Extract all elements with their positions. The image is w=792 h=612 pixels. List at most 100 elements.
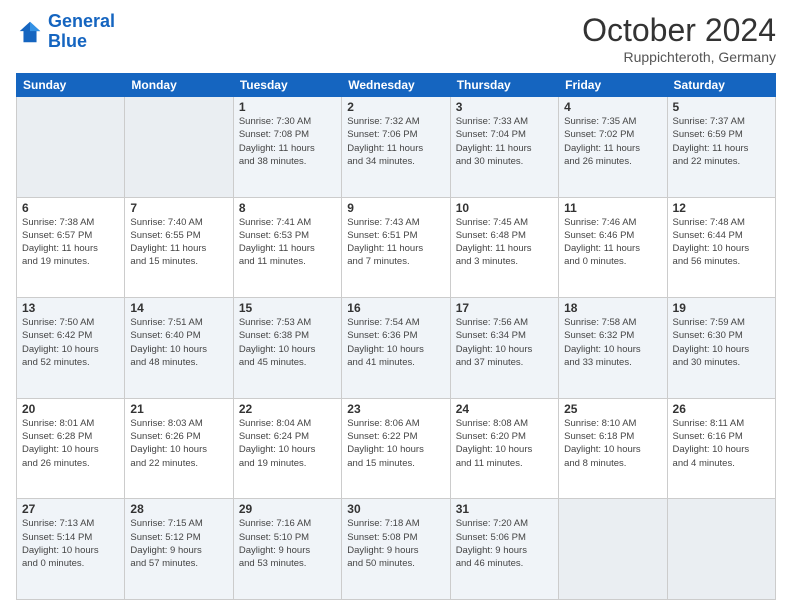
day-detail: Sunrise: 7:30 AM Sunset: 7:08 PM Dayligh… [239, 115, 336, 168]
calendar-cell: 15Sunrise: 7:53 AM Sunset: 6:38 PM Dayli… [233, 298, 341, 399]
day-number: 24 [456, 402, 553, 416]
day-number: 13 [22, 301, 119, 315]
calendar-cell: 10Sunrise: 7:45 AM Sunset: 6:48 PM Dayli… [450, 197, 558, 298]
day-detail: Sunrise: 7:35 AM Sunset: 7:02 PM Dayligh… [564, 115, 661, 168]
logo: General Blue [16, 12, 115, 52]
logo-text: General Blue [48, 12, 115, 52]
calendar-cell: 20Sunrise: 8:01 AM Sunset: 6:28 PM Dayli… [17, 398, 125, 499]
calendar-cell: 22Sunrise: 8:04 AM Sunset: 6:24 PM Dayli… [233, 398, 341, 499]
day-detail: Sunrise: 7:48 AM Sunset: 6:44 PM Dayligh… [673, 216, 770, 269]
calendar-cell: 4Sunrise: 7:35 AM Sunset: 7:02 PM Daylig… [559, 97, 667, 198]
calendar-cell: 13Sunrise: 7:50 AM Sunset: 6:42 PM Dayli… [17, 298, 125, 399]
day-number: 5 [673, 100, 770, 114]
day-detail: Sunrise: 7:46 AM Sunset: 6:46 PM Dayligh… [564, 216, 661, 269]
day-number: 29 [239, 502, 336, 516]
day-detail: Sunrise: 8:06 AM Sunset: 6:22 PM Dayligh… [347, 417, 444, 470]
day-detail: Sunrise: 7:37 AM Sunset: 6:59 PM Dayligh… [673, 115, 770, 168]
calendar-cell: 16Sunrise: 7:54 AM Sunset: 6:36 PM Dayli… [342, 298, 450, 399]
day-detail: Sunrise: 8:10 AM Sunset: 6:18 PM Dayligh… [564, 417, 661, 470]
logo-icon [16, 18, 44, 46]
page: General Blue October 2024 Ruppichteroth,… [0, 0, 792, 612]
day-number: 2 [347, 100, 444, 114]
location: Ruppichteroth, Germany [582, 49, 776, 65]
day-detail: Sunrise: 7:18 AM Sunset: 5:08 PM Dayligh… [347, 517, 444, 570]
day-number: 17 [456, 301, 553, 315]
calendar-weekday-saturday: Saturday [667, 74, 775, 97]
day-detail: Sunrise: 7:50 AM Sunset: 6:42 PM Dayligh… [22, 316, 119, 369]
day-detail: Sunrise: 7:54 AM Sunset: 6:36 PM Dayligh… [347, 316, 444, 369]
day-number: 7 [130, 201, 227, 215]
day-number: 18 [564, 301, 661, 315]
calendar-cell: 5Sunrise: 7:37 AM Sunset: 6:59 PM Daylig… [667, 97, 775, 198]
calendar-cell: 2Sunrise: 7:32 AM Sunset: 7:06 PM Daylig… [342, 97, 450, 198]
day-detail: Sunrise: 7:32 AM Sunset: 7:06 PM Dayligh… [347, 115, 444, 168]
header: General Blue October 2024 Ruppichteroth,… [16, 12, 776, 65]
day-detail: Sunrise: 7:20 AM Sunset: 5:06 PM Dayligh… [456, 517, 553, 570]
day-number: 9 [347, 201, 444, 215]
calendar-cell: 19Sunrise: 7:59 AM Sunset: 6:30 PM Dayli… [667, 298, 775, 399]
calendar-weekday-monday: Monday [125, 74, 233, 97]
day-detail: Sunrise: 7:58 AM Sunset: 6:32 PM Dayligh… [564, 316, 661, 369]
day-detail: Sunrise: 7:43 AM Sunset: 6:51 PM Dayligh… [347, 216, 444, 269]
title-block: October 2024 Ruppichteroth, Germany [582, 12, 776, 65]
calendar-header-row: SundayMondayTuesdayWednesdayThursdayFrid… [17, 74, 776, 97]
calendar-weekday-friday: Friday [559, 74, 667, 97]
calendar-cell: 7Sunrise: 7:40 AM Sunset: 6:55 PM Daylig… [125, 197, 233, 298]
day-detail: Sunrise: 7:33 AM Sunset: 7:04 PM Dayligh… [456, 115, 553, 168]
day-detail: Sunrise: 8:11 AM Sunset: 6:16 PM Dayligh… [673, 417, 770, 470]
day-detail: Sunrise: 8:03 AM Sunset: 6:26 PM Dayligh… [130, 417, 227, 470]
day-detail: Sunrise: 7:16 AM Sunset: 5:10 PM Dayligh… [239, 517, 336, 570]
day-number: 3 [456, 100, 553, 114]
day-number: 30 [347, 502, 444, 516]
calendar-cell [125, 97, 233, 198]
calendar-weekday-wednesday: Wednesday [342, 74, 450, 97]
calendar-cell: 27Sunrise: 7:13 AM Sunset: 5:14 PM Dayli… [17, 499, 125, 600]
calendar-cell: 6Sunrise: 7:38 AM Sunset: 6:57 PM Daylig… [17, 197, 125, 298]
calendar-cell: 29Sunrise: 7:16 AM Sunset: 5:10 PM Dayli… [233, 499, 341, 600]
day-number: 28 [130, 502, 227, 516]
calendar-cell: 12Sunrise: 7:48 AM Sunset: 6:44 PM Dayli… [667, 197, 775, 298]
day-detail: Sunrise: 7:51 AM Sunset: 6:40 PM Dayligh… [130, 316, 227, 369]
calendar-cell: 9Sunrise: 7:43 AM Sunset: 6:51 PM Daylig… [342, 197, 450, 298]
calendar-week-row: 1Sunrise: 7:30 AM Sunset: 7:08 PM Daylig… [17, 97, 776, 198]
day-number: 21 [130, 402, 227, 416]
month-year: October 2024 [582, 12, 776, 49]
day-number: 8 [239, 201, 336, 215]
calendar-cell: 28Sunrise: 7:15 AM Sunset: 5:12 PM Dayli… [125, 499, 233, 600]
day-detail: Sunrise: 7:56 AM Sunset: 6:34 PM Dayligh… [456, 316, 553, 369]
calendar-weekday-sunday: Sunday [17, 74, 125, 97]
day-detail: Sunrise: 7:53 AM Sunset: 6:38 PM Dayligh… [239, 316, 336, 369]
day-number: 23 [347, 402, 444, 416]
calendar-cell: 25Sunrise: 8:10 AM Sunset: 6:18 PM Dayli… [559, 398, 667, 499]
day-detail: Sunrise: 7:45 AM Sunset: 6:48 PM Dayligh… [456, 216, 553, 269]
calendar-cell: 24Sunrise: 8:08 AM Sunset: 6:20 PM Dayli… [450, 398, 558, 499]
day-detail: Sunrise: 7:40 AM Sunset: 6:55 PM Dayligh… [130, 216, 227, 269]
calendar-cell: 26Sunrise: 8:11 AM Sunset: 6:16 PM Dayli… [667, 398, 775, 499]
day-number: 11 [564, 201, 661, 215]
day-detail: Sunrise: 7:41 AM Sunset: 6:53 PM Dayligh… [239, 216, 336, 269]
calendar-cell: 23Sunrise: 8:06 AM Sunset: 6:22 PM Dayli… [342, 398, 450, 499]
day-number: 10 [456, 201, 553, 215]
day-detail: Sunrise: 7:38 AM Sunset: 6:57 PM Dayligh… [22, 216, 119, 269]
day-detail: Sunrise: 7:59 AM Sunset: 6:30 PM Dayligh… [673, 316, 770, 369]
day-number: 14 [130, 301, 227, 315]
calendar-table: SundayMondayTuesdayWednesdayThursdayFrid… [16, 73, 776, 600]
day-number: 25 [564, 402, 661, 416]
calendar-cell: 14Sunrise: 7:51 AM Sunset: 6:40 PM Dayli… [125, 298, 233, 399]
day-detail: Sunrise: 8:01 AM Sunset: 6:28 PM Dayligh… [22, 417, 119, 470]
day-detail: Sunrise: 7:15 AM Sunset: 5:12 PM Dayligh… [130, 517, 227, 570]
day-detail: Sunrise: 8:04 AM Sunset: 6:24 PM Dayligh… [239, 417, 336, 470]
calendar-cell: 11Sunrise: 7:46 AM Sunset: 6:46 PM Dayli… [559, 197, 667, 298]
day-detail: Sunrise: 7:13 AM Sunset: 5:14 PM Dayligh… [22, 517, 119, 570]
calendar-cell [667, 499, 775, 600]
day-number: 16 [347, 301, 444, 315]
calendar-cell: 3Sunrise: 7:33 AM Sunset: 7:04 PM Daylig… [450, 97, 558, 198]
day-number: 20 [22, 402, 119, 416]
calendar-cell: 17Sunrise: 7:56 AM Sunset: 6:34 PM Dayli… [450, 298, 558, 399]
day-number: 27 [22, 502, 119, 516]
day-number: 19 [673, 301, 770, 315]
day-detail: Sunrise: 8:08 AM Sunset: 6:20 PM Dayligh… [456, 417, 553, 470]
calendar-week-row: 27Sunrise: 7:13 AM Sunset: 5:14 PM Dayli… [17, 499, 776, 600]
calendar-week-row: 6Sunrise: 7:38 AM Sunset: 6:57 PM Daylig… [17, 197, 776, 298]
calendar-cell: 30Sunrise: 7:18 AM Sunset: 5:08 PM Dayli… [342, 499, 450, 600]
